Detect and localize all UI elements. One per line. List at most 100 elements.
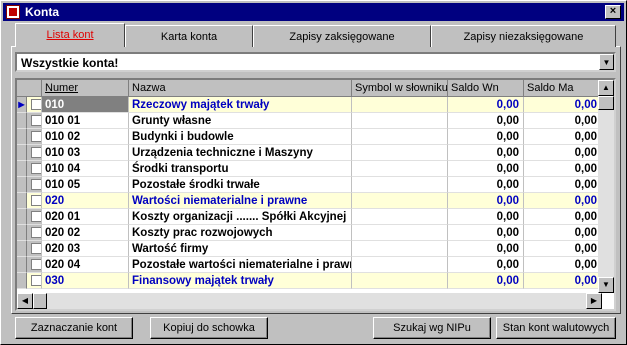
- accounts-grid[interactable]: Numer Nazwa Symbol w słowniku Saldo Wn S…: [15, 78, 616, 311]
- cell-symbol[interactable]: [352, 145, 448, 161]
- cell-saldo-wn[interactable]: 0,00: [448, 161, 524, 177]
- mark-accounts-button[interactable]: Zaznaczanie kont: [15, 317, 133, 339]
- vertical-scroll-thumb[interactable]: [598, 96, 614, 110]
- tab-zapisy-niezaksiegowane[interactable]: Zapisy niezaksięgowane: [431, 25, 616, 47]
- cell-nazwa[interactable]: Grunty własne: [129, 113, 352, 129]
- cell-nazwa[interactable]: Rzeczowy majątek trwały: [129, 97, 352, 113]
- row-checkbox[interactable]: [31, 131, 41, 142]
- table-row[interactable]: 030 Finansowy majątek trwały 0,00 0,00: [17, 273, 602, 289]
- cell-saldo-ma[interactable]: 0,00: [524, 225, 602, 241]
- cell-nazwa[interactable]: Finansowy majątek trwały: [129, 273, 352, 289]
- cell-numer[interactable]: 020 04: [42, 257, 129, 273]
- cell-symbol[interactable]: [352, 257, 448, 273]
- row-checkbox[interactable]: [31, 227, 41, 238]
- tab-zapisy-zaksiegowane[interactable]: Zapisy zaksięgowane: [253, 25, 431, 47]
- chevron-down-icon[interactable]: ▼: [599, 54, 614, 70]
- cell-numer[interactable]: 020 03: [42, 241, 129, 257]
- cell-saldo-wn[interactable]: 0,00: [448, 193, 524, 209]
- table-row[interactable]: 020 03 Wartość firmy 0,00 0,00: [17, 241, 602, 257]
- row-checkbox[interactable]: [31, 147, 41, 158]
- cell-saldo-wn[interactable]: 0,00: [448, 129, 524, 145]
- cell-saldo-ma[interactable]: 0,00: [524, 145, 602, 161]
- table-row[interactable]: 020 04 Pozostałe wartości niematerialne i…: [17, 257, 602, 273]
- cell-saldo-ma[interactable]: 0,00: [524, 257, 602, 273]
- cell-numer[interactable]: 010 05: [42, 177, 129, 193]
- table-row[interactable]: 010 05 Pozostałe środki trwałe 0,00 0,00: [17, 177, 602, 193]
- cell-nazwa[interactable]: Wartości niematerialne i prawne: [129, 193, 352, 209]
- row-indicator[interactable]: [17, 273, 27, 289]
- cell-numer[interactable]: 020 02: [42, 225, 129, 241]
- cell-symbol[interactable]: [352, 177, 448, 193]
- cell-saldo-ma[interactable]: 0,00: [524, 209, 602, 225]
- row-indicator[interactable]: [17, 129, 27, 145]
- table-row[interactable]: 020 02 Koszty prac rozwojowych 0,00 0,00: [17, 225, 602, 241]
- table-row[interactable]: ▶ 010 Rzeczowy majątek trwały 0,00 0,00: [17, 97, 602, 113]
- scroll-left-icon[interactable]: ◀: [17, 293, 33, 309]
- header-symbol[interactable]: Symbol w słowniku: [352, 80, 448, 97]
- scroll-up-icon[interactable]: ▲: [598, 80, 614, 96]
- cell-symbol[interactable]: [352, 225, 448, 241]
- table-row[interactable]: 020 01 Koszty organizacji ....... Spółki …: [17, 209, 602, 225]
- cell-numer[interactable]: 010 04: [42, 161, 129, 177]
- cell-saldo-ma[interactable]: 0,00: [524, 161, 602, 177]
- cell-saldo-ma[interactable]: 0,00: [524, 241, 602, 257]
- cell-symbol[interactable]: [352, 161, 448, 177]
- cell-numer[interactable]: 020 01: [42, 209, 129, 225]
- horizontal-scrollbar[interactable]: ◀ ▶: [17, 293, 602, 309]
- table-row[interactable]: 010 02 Budynki i budowle 0,00 0,00: [17, 129, 602, 145]
- cell-nazwa[interactable]: Pozostałe wartości niematerialne i prawn…: [129, 257, 352, 273]
- cell-saldo-wn[interactable]: 0,00: [448, 273, 524, 289]
- row-checkbox[interactable]: [31, 259, 41, 270]
- cell-numer[interactable]: 030: [42, 273, 129, 289]
- copy-clipboard-button[interactable]: Kopiuj do schowka: [150, 317, 268, 339]
- row-indicator[interactable]: [17, 145, 27, 161]
- cell-saldo-ma[interactable]: 0,00: [524, 97, 602, 113]
- cell-numer[interactable]: 010 01: [42, 113, 129, 129]
- cell-nazwa[interactable]: Koszty organizacji ....... Spółki Akcyjn…: [129, 209, 352, 225]
- row-indicator[interactable]: [17, 193, 27, 209]
- header-saldo-ma[interactable]: Saldo Ma: [524, 80, 602, 97]
- cell-nazwa[interactable]: Urządzenia techniczne i Maszyny: [129, 145, 352, 161]
- cell-symbol[interactable]: [352, 113, 448, 129]
- scroll-right-icon[interactable]: ▶: [586, 293, 602, 309]
- cell-saldo-wn[interactable]: 0,00: [448, 145, 524, 161]
- row-indicator[interactable]: [17, 177, 27, 193]
- table-row[interactable]: 010 01 Grunty własne 0,00 0,00: [17, 113, 602, 129]
- cell-saldo-ma[interactable]: 0,00: [524, 113, 602, 129]
- row-indicator[interactable]: [17, 257, 27, 273]
- cell-saldo-ma[interactable]: 0,00: [524, 129, 602, 145]
- cell-numer[interactable]: 010 03: [42, 145, 129, 161]
- cell-numer[interactable]: 010 02: [42, 129, 129, 145]
- scroll-down-icon[interactable]: ▼: [598, 277, 614, 293]
- cell-saldo-wn[interactable]: 0,00: [448, 113, 524, 129]
- header-nazwa[interactable]: Nazwa: [129, 80, 352, 97]
- cell-numer[interactable]: 020: [42, 193, 129, 209]
- cell-nazwa[interactable]: Budynki i budowle: [129, 129, 352, 145]
- cell-saldo-wn[interactable]: 0,00: [448, 209, 524, 225]
- cell-saldo-wn[interactable]: 0,00: [448, 177, 524, 193]
- row-checkbox[interactable]: [31, 99, 41, 110]
- close-button[interactable]: ×: [605, 5, 621, 19]
- cell-symbol[interactable]: [352, 193, 448, 209]
- cell-nazwa[interactable]: Koszty prac rozwojowych: [129, 225, 352, 241]
- cell-nazwa[interactable]: Pozostałe środki trwałe: [129, 177, 352, 193]
- row-indicator[interactable]: [17, 241, 27, 257]
- horizontal-scroll-thumb[interactable]: [33, 293, 47, 309]
- cell-symbol[interactable]: [352, 129, 448, 145]
- cell-saldo-wn[interactable]: 0,00: [448, 225, 524, 241]
- row-checkbox[interactable]: [31, 179, 41, 190]
- cell-nazwa[interactable]: Środki transportu: [129, 161, 352, 177]
- table-row[interactable]: 020 Wartości niematerialne i prawne 0,00 0,…: [17, 193, 602, 209]
- row-checkbox[interactable]: [31, 243, 41, 254]
- cell-symbol[interactable]: [352, 209, 448, 225]
- cell-saldo-wn[interactable]: 0,00: [448, 257, 524, 273]
- cell-symbol[interactable]: [352, 273, 448, 289]
- account-filter-select[interactable]: Wszystkie konta! ▼: [15, 52, 616, 72]
- row-indicator[interactable]: [17, 209, 27, 225]
- cell-saldo-wn[interactable]: 0,00: [448, 241, 524, 257]
- cell-symbol[interactable]: [352, 241, 448, 257]
- row-checkbox[interactable]: [31, 163, 41, 174]
- header-saldo-wn[interactable]: Saldo Wn: [448, 80, 524, 97]
- cell-nazwa[interactable]: Wartość firmy: [129, 241, 352, 257]
- cell-numer[interactable]: 010: [42, 97, 129, 113]
